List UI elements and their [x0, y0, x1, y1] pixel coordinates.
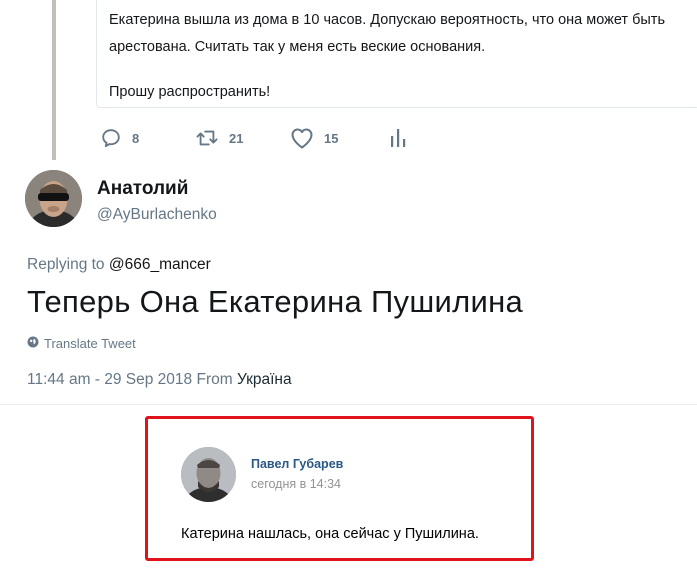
timestamp-text: 11:44 am - 29 Sep 2018 From [27, 371, 233, 388]
reply-icon [100, 127, 122, 149]
quoted-tweet-text-line-2: арестована. Считать так у меня есть веск… [109, 39, 486, 55]
tweet-text: Теперь Она Екатерина Пушилина [27, 284, 524, 319]
vk-post-time[interactable]: сегодня в 14:34 [251, 477, 341, 491]
replying-to-label: Replying to [27, 256, 105, 273]
retweet-count: 21 [229, 130, 244, 146]
vk-post-screenshot: Павел Губарев сегодня в 14:34 Катерина н… [145, 416, 534, 561]
like-button[interactable]: 15 [290, 125, 338, 151]
reply-count: 8 [132, 130, 140, 146]
reply-button[interactable]: 8 [100, 125, 139, 151]
analytics-icon [388, 127, 408, 149]
user-handle[interactable]: @AyBurlachenko [97, 206, 217, 224]
thread-connector-line [52, 0, 56, 160]
vk-author-avatar[interactable] [181, 447, 236, 502]
user-avatar[interactable] [25, 170, 82, 227]
translate-tweet-link[interactable]: Translate Tweet [27, 336, 136, 351]
quoted-tweet-card[interactable]: Екатерина вышла из дома в 10 часов. Допу… [96, 0, 697, 108]
vk-post-text: Катерина нашлась, она сейчас у Пушилина. [181, 526, 479, 542]
replying-to-line: Replying to @666_mancer [27, 256, 211, 274]
vk-author-name[interactable]: Павел Губарев [251, 457, 343, 471]
analytics-button[interactable] [388, 125, 408, 151]
quoted-tweet-text-line-1: Екатерина вышла из дома в 10 часов. Допу… [109, 12, 666, 28]
section-divider [0, 404, 697, 405]
quoted-tweet-text-line-3: Прошу распространить! [109, 84, 271, 100]
retweet-icon [195, 127, 219, 149]
translate-tweet-label: Translate Tweet [44, 336, 136, 351]
location-link[interactable]: Україна [237, 371, 292, 388]
globe-icon [27, 336, 44, 351]
heart-icon [290, 127, 314, 149]
retweet-button[interactable]: 21 [195, 125, 243, 151]
like-count: 15 [324, 130, 339, 146]
tweet-timestamp: 11:44 am - 29 Sep 2018 From Україна [27, 371, 292, 389]
replying-to-mention-link[interactable]: @666_mancer [109, 256, 211, 273]
display-name[interactable]: Анатолий [97, 178, 188, 200]
